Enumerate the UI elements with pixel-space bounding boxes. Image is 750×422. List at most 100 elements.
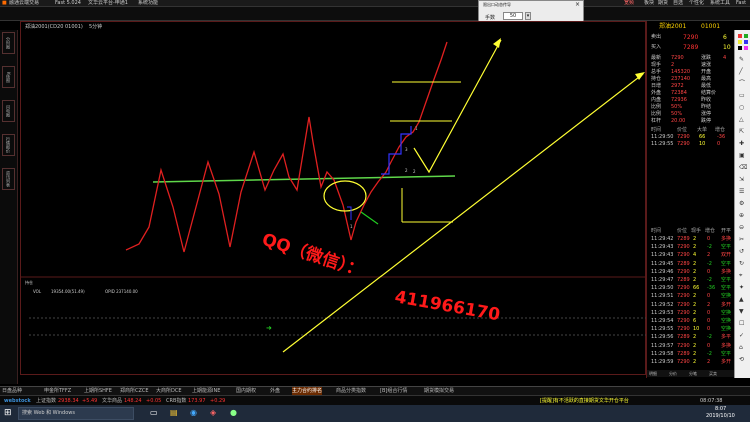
plate-label: Fast 5.024 (55, 0, 81, 6)
stat-label-2: 涨跌 (701, 55, 712, 61)
tab-detail[interactable]: 明细 (649, 370, 657, 377)
rail-tab-timeshare[interactable]: 分时图 (2, 32, 15, 54)
tool-icon[interactable]: ⟲ (739, 356, 744, 364)
tick-price: 7290 (677, 293, 690, 300)
wave-label-3: 3 (405, 147, 408, 152)
tick-delta: 0 (707, 293, 711, 300)
color-green-icon[interactable] (744, 34, 748, 38)
rail-tab-quotes[interactable]: 行情报价 (2, 134, 15, 156)
tick-row: 11:29:51 7290 2 0 空换 (647, 293, 735, 300)
tool-icon[interactable]: ✚ (739, 140, 744, 148)
tool-icon[interactable]: ▼ (739, 308, 744, 316)
menu-broadband[interactable]: 宽频 (624, 0, 634, 7)
tick-kind: 多换 (721, 268, 732, 275)
subpane-title: 持仓 (25, 279, 33, 285)
tick-qty: 2 (693, 293, 697, 300)
task-view-icon[interactable]: ▭ (150, 408, 158, 417)
tick-qty: 2 (693, 359, 697, 365)
tick-row: 11:29:50 7290 66 -36 (647, 134, 735, 141)
tool-icon[interactable]: ⊕ (739, 212, 744, 220)
close-icon[interactable]: × (575, 1, 580, 8)
tool-icon[interactable]: ▣ (739, 152, 745, 160)
menu-sector[interactable]: 板块 (644, 0, 654, 7)
tool-icon[interactable]: ⌫ (739, 164, 747, 172)
tick-qty: 66 (693, 285, 700, 292)
tool-icon[interactable]: ⌖ (739, 272, 742, 280)
tick-time: 11:29:45 (651, 260, 674, 267)
quote-footer-tabs: 明细 分价 分笔 买卖 (647, 370, 735, 377)
tool-icon[interactable]: ⚙ (739, 200, 744, 208)
menu-cloud[interactable]: 文华云平台-申通1 (88, 0, 128, 7)
tool-icon[interactable]: ✂ (739, 236, 744, 244)
rail-tab-news[interactable]: 资讯列表 (2, 168, 15, 190)
menu-futures[interactable]: 期货 (658, 0, 668, 7)
tick-delta: -36 (717, 134, 726, 140)
menu-tools[interactable]: 系统工具 (710, 0, 730, 7)
tool-icon[interactable]: ⇱ (739, 128, 744, 136)
tool-icon[interactable]: ↺ (739, 248, 744, 256)
tool-icon[interactable]: ○ (739, 104, 744, 112)
drawing-toolbar: ✎ ╱ ⌒ ▭ ○ △ ⇱ ✚ ▣ ⌫ ⇲ ☰ ⚙ ⊕ ⊖ ✂ ↺ ↻ ⌖ ✦ ▲ ▼ ☐ ✓ ⌂ ⟲ (734, 30, 750, 378)
tick-kind: 空换 (721, 318, 732, 324)
color-red-icon[interactable] (738, 34, 742, 38)
menu-system[interactable]: 系统功能 (138, 0, 158, 7)
tab-book[interactable]: 买卖 (709, 370, 717, 377)
file-explorer-icon[interactable]: ▤ (170, 408, 178, 417)
stat-label: 比例 (651, 104, 662, 110)
tool-icon[interactable]: ✎ (739, 56, 744, 64)
tick-time: 11:29:50 (651, 285, 674, 292)
tool-icon[interactable]: ⊖ (739, 224, 744, 232)
rail-tab-flash[interactable]: 闪电图 (2, 100, 15, 122)
tick-price: 7289 (677, 334, 690, 341)
tick-time: 11:29:59 (651, 359, 674, 365)
kline-chart[interactable]: 郑油2001(CD20 01001) 5分钟 持仓 VOL 19354.00(5… (20, 21, 647, 376)
buy-price[interactable]: 7289 (683, 43, 698, 52)
color-black-icon[interactable] (738, 46, 742, 50)
tool-icon[interactable]: ⌂ (739, 344, 743, 352)
ticks-header-cell: 价位 (677, 228, 688, 234)
title-bar: ■ 融通云端交易 Fast 5.024 文华云平台-申通1 系统功能 宽频 板块… (0, 0, 750, 7)
ticks-header-cell: 时间 (651, 228, 662, 234)
hand-input[interactable]: 50 (503, 12, 523, 20)
tick-kind: 空平 (721, 244, 732, 251)
tool-icon[interactable]: ⌒ (739, 80, 745, 88)
subpane-arrow: ➜ (266, 324, 272, 332)
stat-label: 现手 (651, 62, 662, 68)
tab-price[interactable]: 分价 (669, 370, 677, 377)
tab-tick[interactable]: 分笔 (689, 370, 697, 377)
app-icon[interactable]: ● (230, 408, 237, 417)
subpane-vol-label: VOL (33, 289, 42, 294)
tool-icon[interactable]: ╱ (739, 68, 743, 76)
trading-app-icon[interactable]: ◈ (210, 408, 216, 417)
menu-fast[interactable]: Fast (736, 0, 746, 7)
browser-icon[interactable]: ◉ (190, 408, 197, 417)
color-blue-icon[interactable] (744, 40, 748, 44)
ticks-header-cell: 开平 (721, 228, 732, 234)
menu-watchlist[interactable]: 自选 (673, 0, 683, 7)
stat-value: 72384 (671, 90, 687, 96)
tool-icon[interactable]: ☐ (739, 320, 744, 328)
tool-icon[interactable]: ☰ (739, 188, 744, 196)
windows-start-icon[interactable]: ⊞ (4, 408, 12, 418)
rail-tab-kline[interactable]: K线图 (2, 66, 15, 88)
tool-icon[interactable]: ▭ (739, 92, 745, 100)
tool-icon[interactable]: ✦ (739, 284, 744, 292)
tick-row: 11:29:46 7290 2 0 多换 (647, 269, 735, 276)
quote-symbol: 郑油2001 (659, 23, 687, 30)
tool-icon[interactable]: ⇲ (739, 176, 744, 184)
tool-icon[interactable]: ▲ (739, 296, 744, 304)
sell-price[interactable]: 7290 (683, 33, 698, 42)
tick-row: 11:29:42 7289 2 0 多换 (647, 236, 735, 243)
chart-canvas[interactable]: 郑油2001(CD20 01001) 5分钟 持仓 VOL 19354.00(5… (21, 22, 647, 376)
tool-icon[interactable]: ✓ (739, 332, 744, 340)
tick-delta: -36 (707, 285, 716, 292)
tick-qty: 2 (693, 301, 697, 308)
spin-icon[interactable]: ▾ (525, 12, 531, 20)
tick-qty: 4 (693, 252, 697, 259)
menu-personal[interactable]: 个性化 (689, 0, 704, 7)
color-magenta-icon[interactable] (744, 46, 748, 50)
color-yellow-icon[interactable] (738, 40, 742, 44)
tick-time: 11:29:53 (651, 309, 674, 316)
tool-icon[interactable]: ↻ (739, 260, 744, 268)
tool-icon[interactable]: △ (739, 116, 744, 124)
